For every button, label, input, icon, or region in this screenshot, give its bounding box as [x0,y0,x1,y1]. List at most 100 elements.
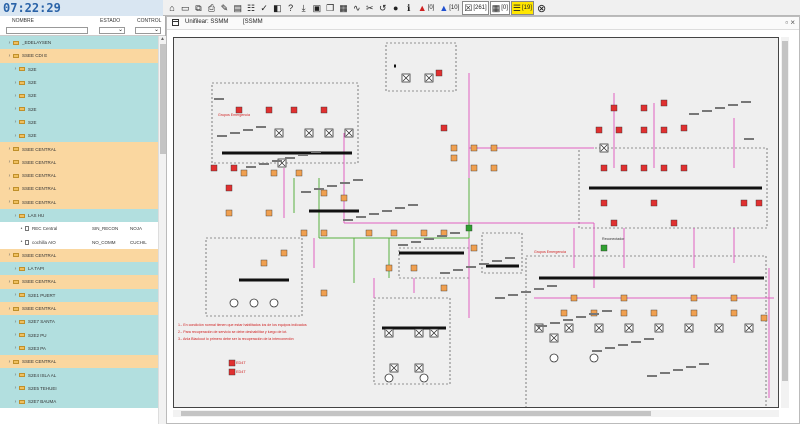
generator-symbol [384,373,394,383]
window-buttons[interactable]: ▫ × [785,18,795,27]
chevron-right-icon[interactable]: › [6,173,13,179]
tree-row[interactable]: › S2E3 PA [0,341,158,356]
chevron-right-icon[interactable]: › [12,80,19,86]
control-filter-select[interactable]: ⌄ [135,27,161,34]
undo-icon[interactable]: ↺ [377,1,389,15]
tree-row[interactable]: › S2E [0,102,158,116]
tree-row[interactable]: › SSEE CENTRAL [0,168,158,183]
print-icon[interactable]: ⎙ [206,1,218,15]
user-icon[interactable]: ● [390,1,402,15]
tree-row[interactable]: • REC Central SIN_RECON NOJA [0,222,158,236]
diagram-vertical-scrollbar[interactable] [781,37,789,408]
clipboard-icon[interactable]: ▦ [337,1,350,15]
diagram-horizontal-scrollbar[interactable] [173,410,779,417]
chevron-right-icon[interactable]: › [6,306,13,312]
tree-row[interactable]: › SSEE CENTRAL [0,142,158,156]
tree-row[interactable]: › SSEE CENTRAL [0,195,158,209]
chevron-right-icon[interactable]: › [12,372,19,378]
name-filter-input[interactable] [6,27,88,34]
tree-row-label: S2E [28,119,37,125]
chevron-right-icon[interactable]: › [12,345,19,351]
chevron-right-icon[interactable]: › [6,159,13,165]
breaker-symbol [280,249,288,257]
chevron-right-icon[interactable]: › [12,213,19,219]
tree-row[interactable]: › S2E [0,129,158,143]
save-icon[interactable]: ▣ [311,1,324,15]
chevron-right-icon[interactable]: › [12,133,19,139]
tree-row[interactable]: › S2E7 BAUMA [0,395,158,409]
chevron-right-icon[interactable]: › [6,186,13,192]
diagram-hscroll-thumb[interactable] [181,411,651,416]
station-boundary [385,42,457,92]
layers-icon[interactable]: ◧ [271,1,284,15]
tree-row[interactable]: › S2E2 PU [0,328,158,342]
single-line-diagram[interactable]: 1.- En condición normal tienen que estar… [173,37,779,408]
chevron-right-icon[interactable]: › [12,119,19,125]
tree-row[interactable]: › SSEE CENTRAL [0,155,158,169]
copy-icon[interactable]: ❐ [324,1,336,15]
info-icon[interactable]: ℹ [403,1,415,15]
home-icon[interactable]: ⌂ [166,1,178,15]
tree-row[interactable]: › S2E [0,62,158,76]
chevron-right-icon[interactable]: › [12,385,19,391]
chevron-right-icon[interactable]: › [12,106,19,112]
checklist-icon[interactable]: ☷ [245,1,257,15]
diagram-vscroll-thumb[interactable] [782,41,788,381]
tree-row-label: cochilla AIO [32,239,56,245]
download-icon[interactable]: ⤓ [298,1,310,15]
alarm-black-button[interactable]: ▦ [0] [489,1,510,15]
tree-row[interactable]: › S2E5 TEHUEI [0,381,158,396]
chevron-right-icon[interactable]: › [6,53,13,59]
alarm-red-button[interactable]: ▲ [0] [416,1,437,15]
tree-row[interactable]: › SSEE CENTRAL [0,182,158,196]
tree-row[interactable]: › SSEE CENTRAL [0,248,158,263]
tree-row[interactable]: › S2E1 PUERT [0,288,158,302]
help-icon[interactable]: ? [285,1,297,15]
tree-row[interactable]: › S2E7 SANTA [0,315,158,329]
tree-row[interactable]: › SSEE CENTRAL [0,301,158,316]
bullet-icon[interactable]: • [18,226,25,232]
device-label-bar [505,257,515,259]
tree-row[interactable]: • cochilla AIO NO_COMM CUCHIL [0,235,158,249]
chevron-right-icon[interactable]: › [6,199,13,205]
bullet-icon[interactable]: • [18,239,25,245]
state-filter-select[interactable]: ⌄ [99,27,125,34]
red-tag-label: ED4T [236,370,246,374]
tree-row[interactable]: › SSEE CENTRAL [0,355,158,369]
tree-row[interactable]: › S2E [0,115,158,130]
chevron-right-icon[interactable]: › [12,399,19,405]
chevron-right-icon[interactable]: › [6,252,13,258]
alarm-blue-count: [10] [449,5,460,11]
check-icon[interactable]: ✓ [258,1,270,15]
alarm-box-button[interactable]: ☒ [261] [462,1,489,15]
screens-icon[interactable]: ⧉ [193,1,205,15]
chevron-right-icon[interactable]: › [12,292,19,298]
chevron-right-icon[interactable]: › [6,359,13,365]
tree-row[interactable]: › S2E4 ISLA AL [0,368,158,382]
chevron-right-icon[interactable]: › [12,266,19,272]
tree-row[interactable]: › S2E [0,89,158,103]
chevron-right-icon[interactable]: › [6,146,13,152]
tree-row[interactable]: › SSEE CENTRAL [0,275,158,289]
doc-icon[interactable]: ▤ [232,1,245,15]
tools-icon[interactable]: ✂ [364,1,376,15]
chevron-right-icon[interactable]: › [12,319,19,325]
tree-row[interactable]: › S2E [0,75,158,90]
chart-icon[interactable]: ∿ [351,1,363,15]
alarm-yellow-button[interactable]: ☰ [19] [510,1,534,15]
tree-row[interactable]: › LA TAPI [0,262,158,276]
tree-row[interactable]: › LAS HU [0,208,158,223]
chevron-right-icon[interactable]: › [12,93,19,99]
monitor-icon[interactable]: ▭ [179,1,192,15]
pen-icon[interactable]: ✎ [219,1,231,15]
scroll-up-icon[interactable]: ▲ [160,36,165,42]
tree-scrollbar[interactable]: ▲ [158,36,166,424]
chevron-right-icon[interactable]: › [6,279,13,285]
close-circle-icon[interactable]: ⊗ [535,1,548,15]
chevron-right-icon[interactable]: › [6,40,13,46]
chevron-right-icon[interactable]: › [12,66,19,72]
chevron-right-icon[interactable]: › [12,332,19,338]
tree-row[interactable]: › SSEE CDI E [0,49,158,63]
alarm-blue-button[interactable]: ▲ [10] [437,1,461,15]
tree-row[interactable]: › _EDELAYSEN [0,36,158,50]
